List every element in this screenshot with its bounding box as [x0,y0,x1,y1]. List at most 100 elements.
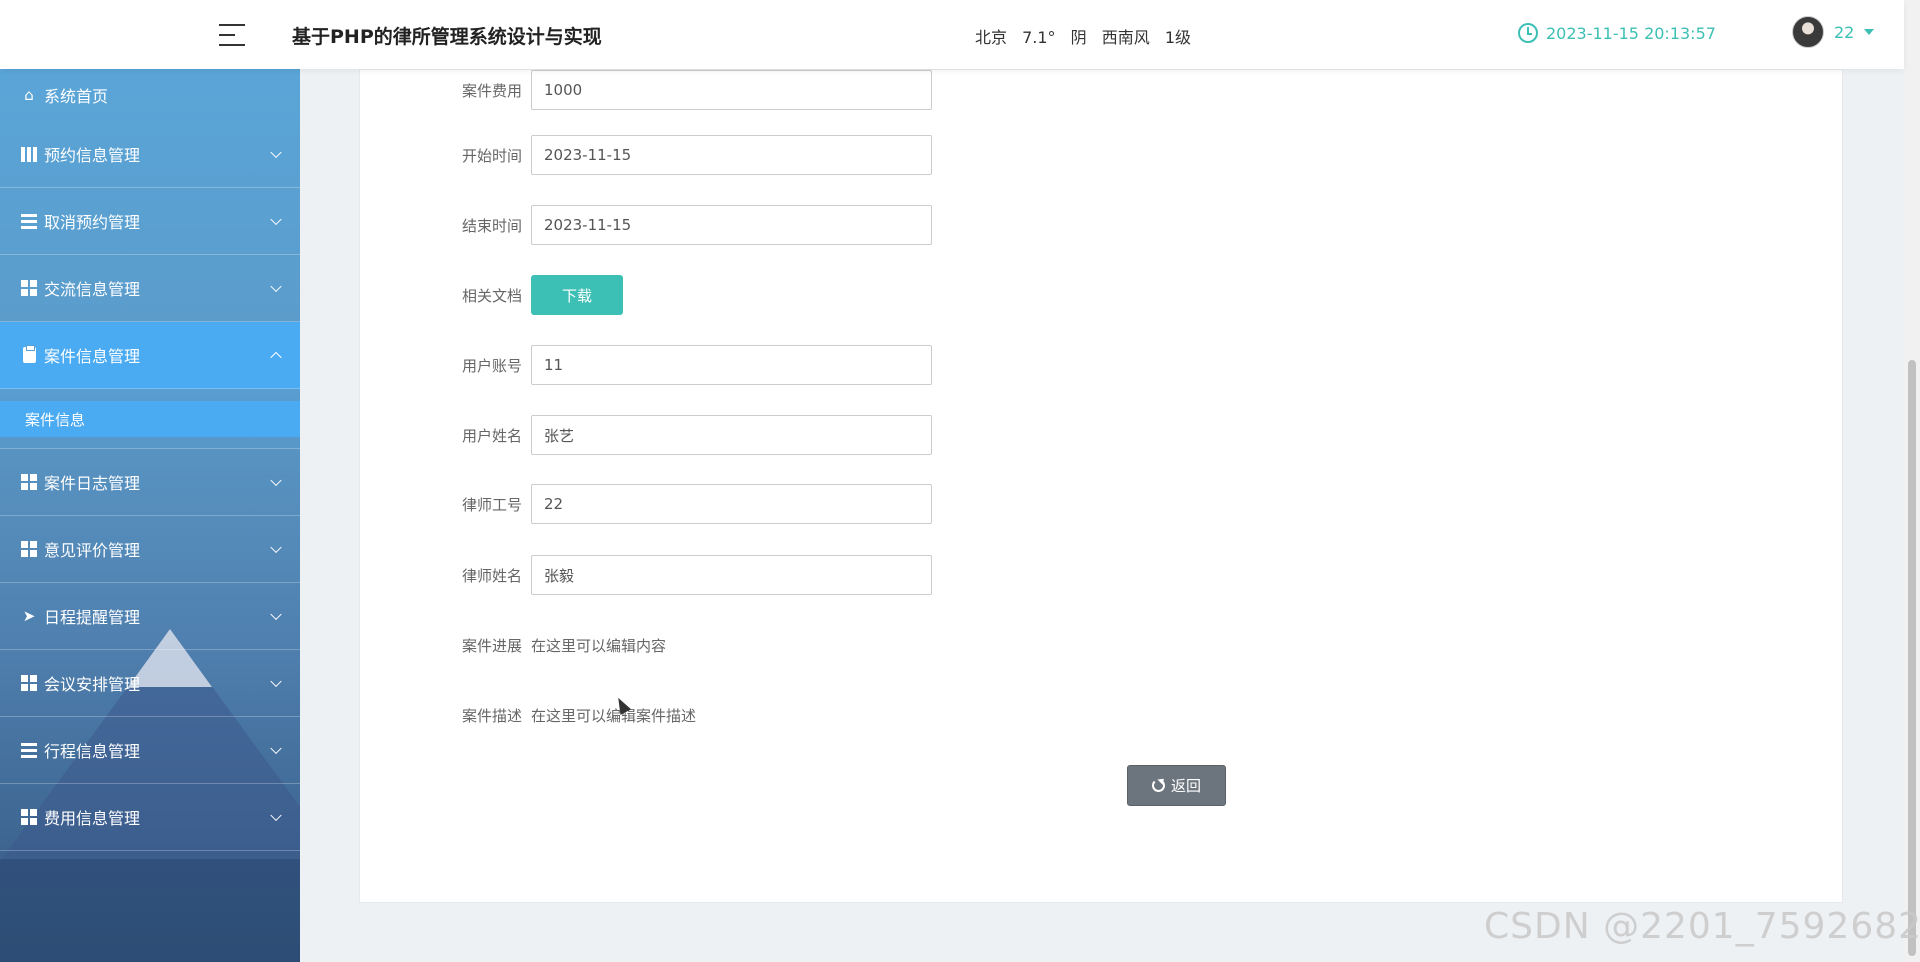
end-time-label: 结束时间 [461,216,522,235]
weather-wind: 西南风 [1101,28,1150,47]
scrollbar-thumb[interactable] [1908,360,1916,956]
clipboard-icon [20,345,38,364]
sidebar-item-feedback[interactable]: 意见评价管理 [0,516,300,583]
grid-icon [20,674,38,692]
back-button-label: 返回 [1170,777,1201,795]
lawyer-name-row: 律师姓名 [360,555,932,595]
sidebar-item-label: 交流信息管理 [44,280,141,299]
progress-editor[interactable]: 在这里可以编辑内容 [531,635,666,656]
refresh-icon [1151,779,1165,792]
document-label: 相关文档 [461,286,522,305]
chevron-down-icon [270,280,282,293]
download-button[interactable]: 下载 [531,275,623,315]
sidebar-item-home[interactable]: ⌂ 系统首页 [0,69,300,121]
app-title: 基于PHP的律所管理系统设计与实现 [292,26,602,48]
chevron-down-icon [270,608,282,621]
sidebar-item-label: 会议安排管理 [44,675,141,694]
weather-temp: 7.1° [1022,28,1056,47]
lawyer-name-input[interactable] [531,555,932,595]
chevron-down-icon [270,474,282,487]
sidebar: ⌂ 系统首页 预约信息管理 取消预约管理 交流信息管理 案件信息管理 案件信息 [0,69,300,962]
sidebar-menu: ⌂ 系统首页 预约信息管理 取消预约管理 交流信息管理 案件信息管理 案件信息 [0,69,300,851]
book-icon [20,145,38,163]
grid-icon [20,279,38,297]
sidebar-item-expense[interactable]: 费用信息管理 [0,784,300,851]
username-row: 用户姓名 [360,415,932,455]
chevron-down-icon [270,742,282,755]
sidebar-item-communication[interactable]: 交流信息管理 [0,255,300,322]
fee-input[interactable] [531,70,932,110]
sidebar-item-schedule-reminder[interactable]: ➤ 日程提醒管理 [0,583,300,650]
chevron-down-icon [270,146,282,159]
account-row: 用户账号 [360,345,932,385]
sidebar-subitem-case-info[interactable]: 案件信息 [0,401,300,437]
description-row: 案件描述 在这里可以编辑案件描述 [360,695,696,735]
sidebar-item-label: 案件日志管理 [44,474,141,493]
submenu-spacer [0,389,300,401]
list-icon [20,212,38,230]
sidebar-item-label: 系统首页 [44,87,109,106]
sidebar-item-itinerary[interactable]: 行程信息管理 [0,717,300,784]
chevron-down-icon [270,213,282,226]
weather-condition: 阴 [1070,28,1087,47]
case-detail-form: 案件费用 开始时间 结束时间 相关文档 下载 用户账号 用户姓名 律师工号 [359,69,1843,903]
datetime-text: 2023-11-15 20:13:57 [1546,23,1716,43]
sidebar-item-label: 日程提醒管理 [44,608,141,627]
weather-info: 北京 7.1° 阴 西南风 1级 [975,24,1201,48]
watermark: CSDN @2201_75926829 [1484,906,1920,947]
sidebar-item-label: 行程信息管理 [44,742,141,761]
sidebar-item-case-info[interactable]: 案件信息管理 [0,322,300,389]
description-editor[interactable]: 在这里可以编辑案件描述 [531,705,696,726]
lawyer-id-row: 律师工号 [360,484,932,524]
account-label: 用户账号 [461,356,522,375]
caret-down-icon [1864,29,1875,35]
chevron-up-icon [270,351,282,364]
sidebar-item-label: 案件信息管理 [44,347,141,366]
start-time-input[interactable] [531,135,932,175]
account-input[interactable] [531,345,932,385]
avatar[interactable] [1792,16,1824,48]
sidebar-item-label: 取消预约管理 [44,213,141,232]
lawyer-id-input[interactable] [531,484,932,524]
progress-label: 案件进展 [461,636,522,655]
current-datetime: 2023-11-15 20:13:57 [1518,23,1716,43]
sidebar-item-label: 预约信息管理 [44,146,141,165]
sidebar-item-label: 意见评价管理 [44,541,141,560]
sidebar-item-cancel-appointment[interactable]: 取消预约管理 [0,188,300,255]
sidebar-item-label: 费用信息管理 [44,809,141,828]
progress-row: 案件进展 在这里可以编辑内容 [360,625,666,665]
back-button[interactable]: 返回 [1127,765,1226,806]
page-scrollbar[interactable] [1904,0,1920,962]
home-icon: ⌂ [24,85,34,104]
main-content: 案件费用 开始时间 结束时间 相关文档 下载 用户账号 用户姓名 律师工号 [300,69,1904,962]
grid-icon [20,473,38,491]
end-time-row: 结束时间 [360,205,932,245]
end-time-input[interactable] [531,205,932,245]
start-time-label: 开始时间 [461,146,522,165]
fee-row: 案件费用 [360,70,932,110]
start-time-row: 开始时间 [360,135,932,175]
chevron-down-icon [270,809,282,822]
sidebar-item-appointment[interactable]: 预约信息管理 [0,121,300,188]
user-menu[interactable]: 22 [1792,16,1875,48]
clock-icon [1518,23,1538,43]
weather-city: 北京 [975,28,1008,47]
ground-decoration [0,859,300,962]
send-icon: ➤ [22,606,36,625]
lawyer-name-label: 律师姓名 [461,566,522,585]
fee-label: 案件费用 [461,81,522,100]
top-header: 基于PHP的律所管理系统设计与实现 北京 7.1° 阴 西南风 1级 2023-… [0,0,1904,69]
description-label: 案件描述 [461,706,522,725]
submenu-spacer [0,437,300,449]
chevron-down-icon [270,541,282,554]
chevron-down-icon [270,675,282,688]
username-input[interactable] [531,415,932,455]
grid-icon [20,540,38,558]
list-icon [20,741,38,759]
hamburger-icon[interactable] [219,24,245,46]
weather-level: 1级 [1164,28,1192,47]
sidebar-item-case-log[interactable]: 案件日志管理 [0,449,300,516]
grid-icon [20,808,38,826]
lawyer-id-label: 律师工号 [461,495,522,514]
sidebar-item-meeting[interactable]: 会议安排管理 [0,650,300,717]
